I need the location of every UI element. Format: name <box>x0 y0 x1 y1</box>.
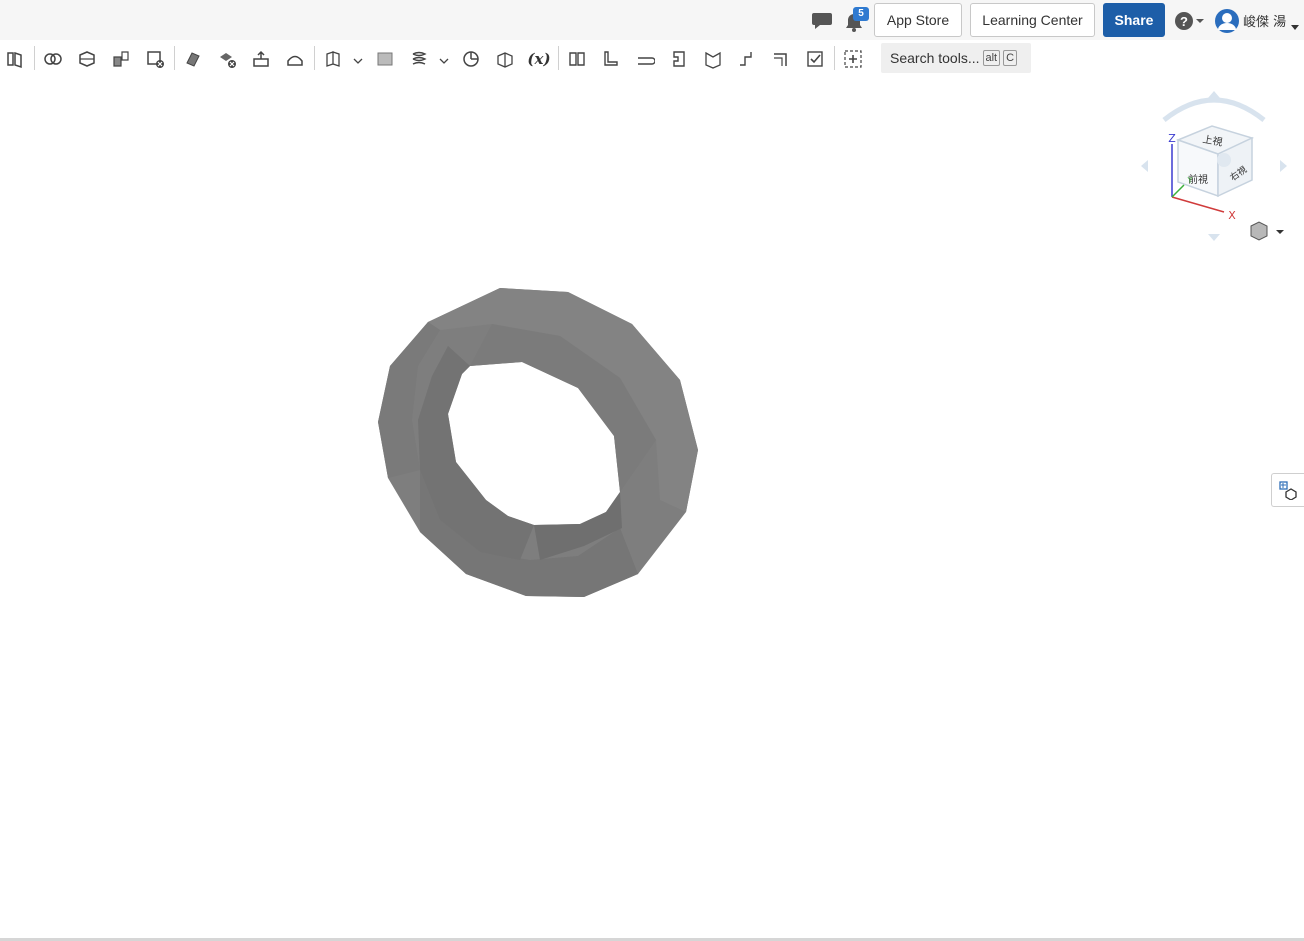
view-cube-corner-icon[interactable] <box>1217 153 1231 167</box>
axis-z-label: Z <box>1168 132 1176 145</box>
delete-part-icon[interactable] <box>144 48 166 70</box>
search-tools-label: Search tools... <box>890 50 980 66</box>
helix-icon[interactable] <box>408 48 430 70</box>
avatar[interactable] <box>1214 8 1240 34</box>
helix-dropdown-icon[interactable] <box>438 52 450 64</box>
add-custom-feature-icon[interactable] <box>842 48 864 70</box>
toolbar-divider <box>558 46 559 70</box>
share-button[interactable]: Share <box>1103 3 1165 37</box>
variable-icon[interactable]: (x) <box>526 48 552 70</box>
user-name[interactable]: 峻傑 湯 <box>1243 11 1286 30</box>
view-cube-arrow-right-icon[interactable] <box>1280 160 1287 172</box>
appearance-panel-icon <box>1279 481 1297 500</box>
shortcut-key-alt: alt <box>982 50 1001 66</box>
finish-sheet-metal-icon[interactable] <box>804 48 826 70</box>
corner-icon[interactable] <box>770 48 792 70</box>
feature-toolbar: (x) <box>0 40 1304 76</box>
axis-y-label: Y <box>1187 176 1193 185</box>
user-menu-caret-icon[interactable] <box>1290 17 1300 30</box>
toolbar-divider <box>314 46 315 70</box>
measure-icon[interactable] <box>460 48 482 70</box>
toolbar-divider <box>34 46 35 70</box>
app-store-button[interactable]: App Store <box>874 3 962 37</box>
appearance-panel-tab[interactable] <box>1271 473 1304 507</box>
shaded-cube-icon <box>1250 221 1268 241</box>
axis-x-label: X <box>1228 209 1236 222</box>
view-cube-rotate-arc[interactable] <box>1162 97 1266 122</box>
sheet-metal-icon[interactable] <box>566 48 588 70</box>
notifications-badge: 5 <box>853 7 869 21</box>
render-mode-dropdown[interactable] <box>1250 221 1284 241</box>
bend-icon[interactable] <box>702 48 724 70</box>
plane-icon[interactable] <box>322 48 344 70</box>
svg-text:?: ? <box>1180 14 1188 29</box>
jog-icon[interactable] <box>736 48 758 70</box>
view-cube-arrow-up-icon[interactable] <box>1208 91 1220 98</box>
view-cube-arrow-left-icon[interactable] <box>1141 160 1148 172</box>
render-mode-caret-icon[interactable] <box>1276 230 1284 234</box>
split-icon[interactable] <box>110 48 132 70</box>
learning-center-button[interactable]: Learning Center <box>970 3 1095 37</box>
mate-connector-icon[interactable] <box>374 48 396 70</box>
toolbar-divider <box>174 46 175 70</box>
graphics-viewport[interactable]: 上視 前視 右視 Z X Y <box>0 76 1304 938</box>
flange-icon[interactable] <box>600 48 622 70</box>
plane-dropdown-icon[interactable] <box>352 52 364 64</box>
view-cube[interactable]: 上視 前視 右視 Z X Y <box>1141 91 1287 241</box>
search-tools-button[interactable]: Search tools... alt C <box>881 43 1031 73</box>
hem-icon[interactable] <box>634 48 656 70</box>
axis-x-line <box>1171 196 1225 213</box>
offset-surface-icon[interactable] <box>284 48 306 70</box>
axis-y-line <box>1171 184 1185 198</box>
move-face-icon[interactable] <box>182 48 204 70</box>
delete-face-icon[interactable] <box>216 48 238 70</box>
comments-icon[interactable] <box>810 10 834 30</box>
help-icon[interactable]: ? <box>1174 11 1208 31</box>
model-canvas[interactable]: 上視 前視 右視 Z X Y <box>0 76 1304 938</box>
tab-icon[interactable] <box>668 48 690 70</box>
shell-icon[interactable] <box>76 48 98 70</box>
toolbar-divider <box>834 46 835 70</box>
replace-face-icon[interactable] <box>250 48 272 70</box>
boolean-icon[interactable] <box>42 48 64 70</box>
shortcut-key-c: C <box>1003 50 1018 66</box>
view-cube-arrow-down-icon[interactable] <box>1208 234 1220 241</box>
torus-model[interactable] <box>378 288 698 597</box>
section-view-icon[interactable] <box>494 48 516 70</box>
feature-list-icon[interactable] <box>4 48 26 70</box>
top-bar: 5 App Store Learning Center Share ? 峻傑 湯 <box>0 0 1304 40</box>
